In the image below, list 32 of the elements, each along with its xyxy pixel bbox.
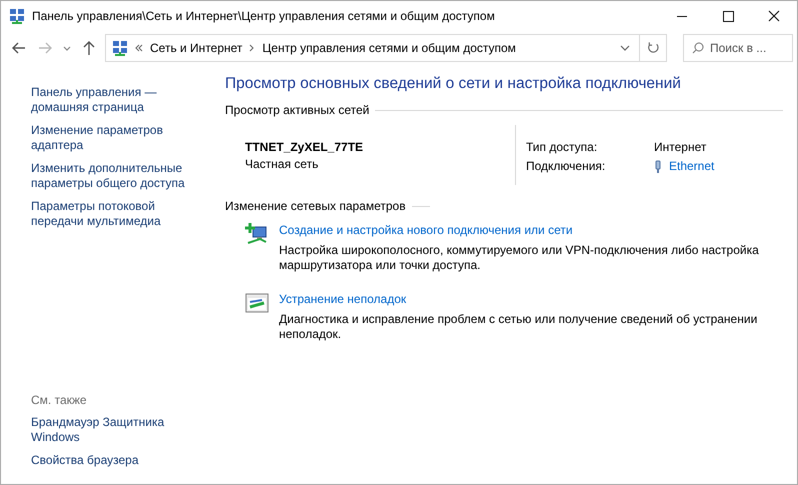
network-type: Частная сеть <box>245 156 320 173</box>
sidebar-link[interactable]: Изменить дополнительные параметры общего доступа <box>31 161 191 191</box>
property-label: Подключения: <box>526 158 606 175</box>
section-label: См. также <box>31 393 88 407</box>
breadcrumb[interactable]: Сеть и Интернет <box>150 41 242 55</box>
address-bar[interactable]: Сеть и Интернет Центр управления сетями и общим доступом <box>105 34 640 62</box>
sidebar-link[interactable]: Брандмауэр Защитника Windows <box>31 415 191 445</box>
ethernet-icon <box>654 160 662 174</box>
task-description: Настройка широкополосного, коммутируемого или VPN-подключения либо настройка маршрутизатора или точки доступа. <box>279 243 760 273</box>
refresh-button[interactable] <box>640 34 667 62</box>
window-title: Панель управления\Сеть и Интернет\Центр управления сетями и общим доступом <box>32 9 495 23</box>
troubleshoot-icon <box>245 292 269 314</box>
new-connection-icon <box>245 223 269 245</box>
sidebar-link[interactable]: Панель управления — домашняя страница <box>31 85 191 115</box>
network-name: TTNET_ZyXEL_77TE <box>245 139 364 156</box>
property-value: Интернет <box>654 139 706 156</box>
breadcrumb[interactable]: Центр управления сетями и общим доступом <box>262 41 516 55</box>
page-heading: Просмотр основных сведений о сети и настройка подключений <box>225 75 682 93</box>
section-title: Просмотр активных сетей <box>225 103 370 117</box>
task-link[interactable]: Создание и настройка нового подключения или сети <box>279 223 573 238</box>
section-title: Изменение сетевых параметров <box>225 199 406 213</box>
search-icon <box>691 41 705 55</box>
search-field[interactable]: Поиск в ... <box>683 34 793 62</box>
network-icon <box>9 8 25 24</box>
sidebar-link[interactable]: Параметры потоковой передачи мультимедиа <box>31 199 191 229</box>
network-icon <box>112 40 128 56</box>
property-label: Тип доступа: <box>526 139 598 156</box>
sidebar-link[interactable]: Изменение параметров адаптера <box>31 123 191 153</box>
task-link[interactable]: Устранение неполадок <box>279 292 406 307</box>
connection-link[interactable]: Ethernet <box>669 158 714 175</box>
task-description: Диагностика и исправление проблем с сетью или получение сведений об устранении неполадок. <box>279 312 758 342</box>
sidebar-link[interactable]: Свойства браузера <box>31 453 191 468</box>
